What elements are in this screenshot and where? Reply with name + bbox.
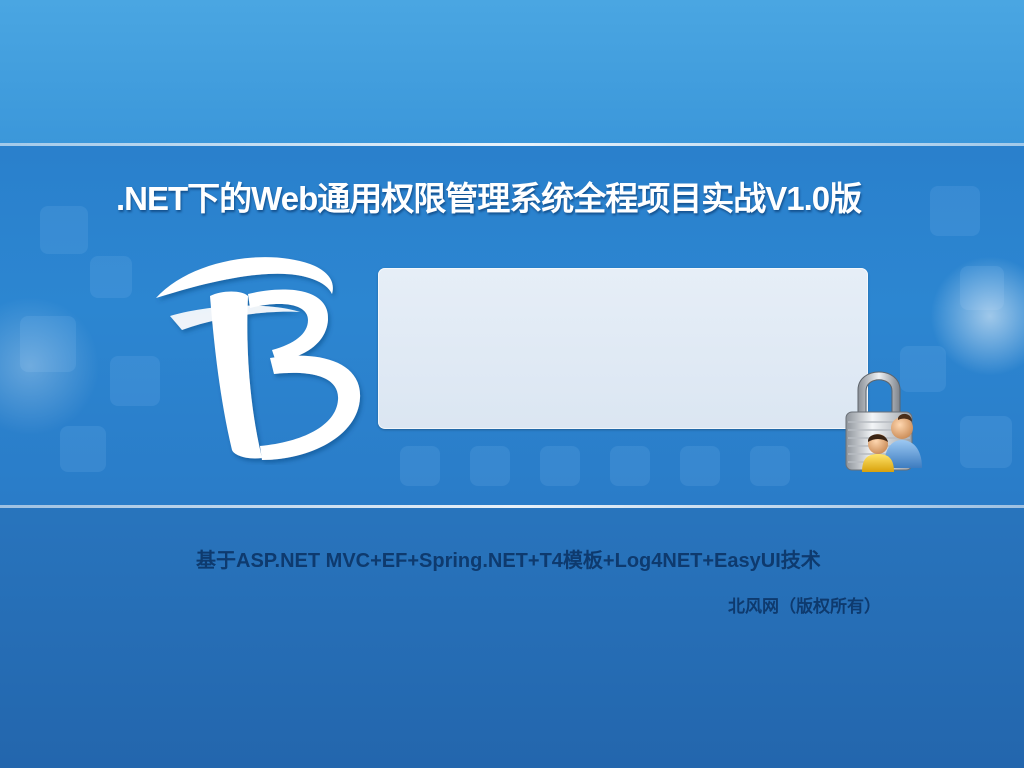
page-title: .NET下的Web通用权限管理系统全程项目实战V1.0版	[116, 180, 862, 217]
background-tile	[540, 446, 580, 486]
background-tile	[960, 416, 1012, 468]
background-glow	[0, 296, 100, 436]
bottom-divider	[0, 505, 1024, 508]
top-band	[0, 0, 1024, 143]
background-tile	[750, 446, 790, 486]
login-screen: .NET下的Web通用权限管理系统全程项目实战V1.0版 基于ASP.NET M…	[0, 0, 1024, 768]
background-tile	[90, 256, 132, 298]
padlock-users-icon	[845, 371, 922, 472]
login-panel	[378, 268, 868, 429]
background-tile	[60, 426, 106, 472]
background-tile	[680, 446, 720, 486]
background-tile	[400, 446, 440, 486]
technology-subtitle: 基于ASP.NET MVC+EF+Spring.NET+T4模板+Log4NET…	[196, 550, 821, 572]
background-tile	[930, 186, 980, 236]
background-tile	[470, 446, 510, 486]
letter-b-logo-icon	[156, 257, 361, 460]
copyright-text: 北风网（版权所有）	[728, 597, 881, 616]
background-tile	[610, 446, 650, 486]
background-tile	[40, 206, 88, 254]
